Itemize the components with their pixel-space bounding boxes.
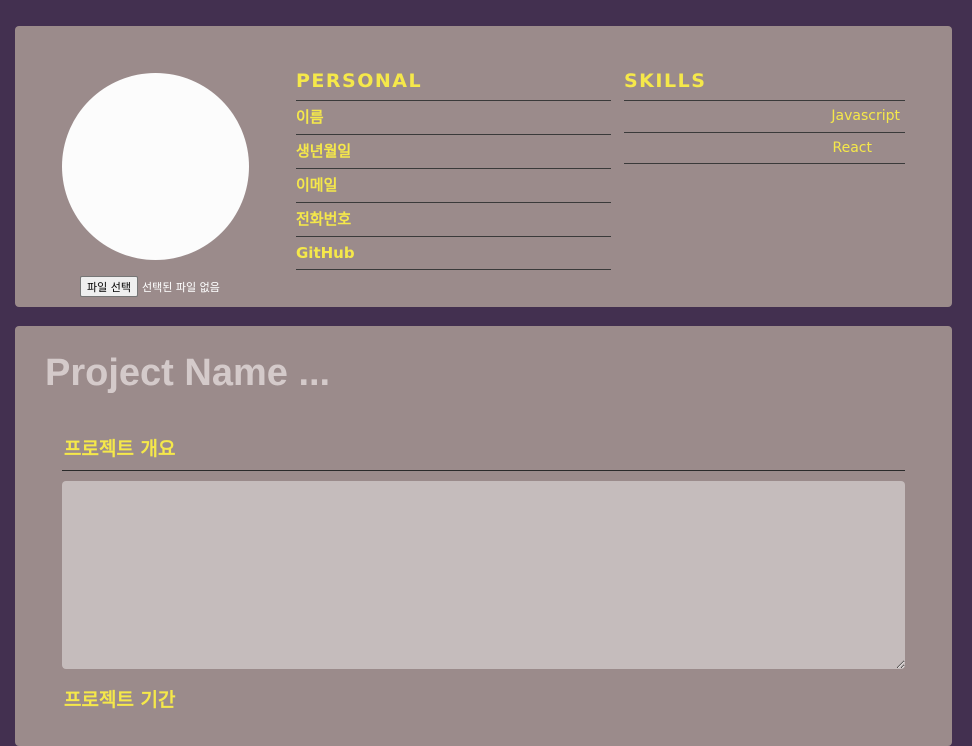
profile-card: 파일 선택 선택된 파일 없음 PERSONAL 이름 생년월일 이메일 전화번… xyxy=(15,26,952,307)
project-period-title: 프로젝트 기간 xyxy=(64,689,176,711)
divider xyxy=(62,470,905,471)
skill-item-javascript: Javascript xyxy=(624,100,905,132)
project-overview-textarea[interactable] xyxy=(62,481,905,669)
file-picker: 파일 선택 선택된 파일 없음 xyxy=(80,276,220,297)
avatar xyxy=(62,73,249,260)
personal-item-email: 이메일 xyxy=(296,168,611,202)
file-select-button[interactable]: 파일 선택 xyxy=(80,276,138,297)
skills-list: Javascript React xyxy=(624,100,905,164)
personal-item-name: 이름 xyxy=(296,100,611,134)
personal-item-phone: 전화번호 xyxy=(296,202,611,236)
personal-list: 이름 생년월일 이메일 전화번호 GitHub xyxy=(296,100,611,270)
skill-item-react: React xyxy=(624,132,905,164)
personal-item-github: GitHub xyxy=(296,236,611,270)
personal-item-birthdate: 생년월일 xyxy=(296,134,611,168)
file-status-text: 선택된 파일 없음 xyxy=(141,280,220,294)
project-card: Project Name ... 프로젝트 개요 프로젝트 기간 xyxy=(15,326,952,746)
personal-section-title: PERSONAL xyxy=(296,70,423,92)
project-overview-title: 프로젝트 개요 xyxy=(64,438,176,460)
project-name-field[interactable]: Project Name ... xyxy=(45,352,330,395)
skills-section-title: SKILLS xyxy=(624,70,707,92)
